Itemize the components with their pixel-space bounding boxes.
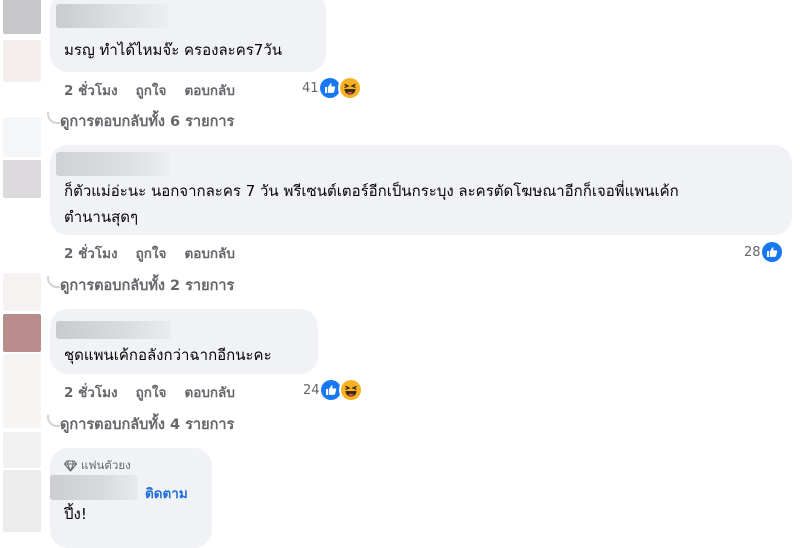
avatar-shadow bbox=[3, 354, 41, 428]
commenter-avatar[interactable] bbox=[3, 314, 41, 352]
avatar-shadow bbox=[3, 117, 41, 157]
haha-icon bbox=[337, 76, 362, 100]
reaction-count: 24 bbox=[303, 382, 320, 398]
reaction-count: 28 bbox=[744, 244, 761, 260]
view-replies-link[interactable]: ดูการตอบกลับทั้ง 6 รายการ bbox=[60, 110, 234, 133]
comment-text: ชุดแพนเค้กอลังกว่าฉากอีกนะคะ bbox=[64, 346, 272, 364]
comment-time[interactable]: 2 ชั่วโมง bbox=[64, 242, 118, 264]
commenter-name-blurred[interactable] bbox=[50, 475, 138, 500]
follow-button[interactable]: ติดตาม bbox=[145, 482, 188, 504]
avatar-shadow bbox=[3, 273, 41, 311]
commenter-name-blurred[interactable] bbox=[56, 4, 168, 28]
reaction-summary[interactable]: 24 bbox=[303, 378, 363, 402]
view-replies-link[interactable]: ดูการตอบกลับทั้ง 4 รายการ bbox=[60, 413, 234, 436]
comment-actions: 2 ชั่วโมง ถูกใจ ตอบกลับ bbox=[64, 242, 253, 264]
like-icon bbox=[759, 240, 784, 264]
comment-actions: 2 ชั่วโมง ถูกใจ ตอบกลับ bbox=[64, 79, 253, 101]
avatar-shadow bbox=[3, 432, 41, 468]
comment-time[interactable]: 2 ชั่วโมง bbox=[64, 381, 118, 403]
reply-thread-line bbox=[47, 112, 60, 124]
reply-button[interactable]: ตอบกลับ bbox=[184, 79, 234, 101]
reaction-count: 41 bbox=[302, 80, 319, 96]
comment-text: ปึ้ง! bbox=[64, 505, 87, 523]
commenter-avatar[interactable] bbox=[3, 470, 41, 532]
reply-thread-line bbox=[47, 415, 60, 427]
reply-thread-line bbox=[47, 276, 60, 288]
reaction-summary[interactable]: 41 bbox=[302, 76, 362, 100]
like-button[interactable]: ถูกใจ bbox=[136, 79, 167, 101]
commenter-avatar[interactable] bbox=[3, 0, 41, 34]
avatar-shadow bbox=[3, 40, 41, 82]
like-button[interactable]: ถูกใจ bbox=[136, 381, 167, 403]
comment-time[interactable]: 2 ชั่วโมง bbox=[64, 79, 118, 101]
commenter-name-blurred[interactable] bbox=[56, 152, 170, 176]
reaction-summary[interactable]: 28 bbox=[744, 240, 784, 264]
top-fan-badge[interactable]: แฟนตัวยง bbox=[64, 457, 131, 475]
like-button[interactable]: ถูกใจ bbox=[136, 242, 167, 264]
commenter-avatar[interactable] bbox=[3, 160, 41, 198]
comment-text: มรญ ทำได้ไหมจ๊ะ ครองละคร7วัน bbox=[64, 41, 283, 59]
comment-actions: 2 ชั่วโมง ถูกใจ ตอบกลับ bbox=[64, 381, 253, 403]
comment-text-line-2: ตำนานสุดๆ bbox=[64, 208, 139, 226]
comment-text-line-1: ก็ตัวแม่อ่ะนะ นอกจากละคร 7 วัน พรีเซนต์เ… bbox=[64, 182, 679, 200]
reply-button[interactable]: ตอบกลับ bbox=[184, 242, 234, 264]
haha-icon bbox=[338, 378, 363, 402]
view-replies-link[interactable]: ดูการตอบกลับทั้ง 2 รายการ bbox=[60, 274, 234, 297]
commenter-name-blurred[interactable] bbox=[56, 321, 171, 339]
diamond-icon bbox=[64, 460, 77, 472]
reply-button[interactable]: ตอบกลับ bbox=[184, 381, 234, 403]
top-fan-label: แฟนตัวยง bbox=[81, 458, 131, 472]
